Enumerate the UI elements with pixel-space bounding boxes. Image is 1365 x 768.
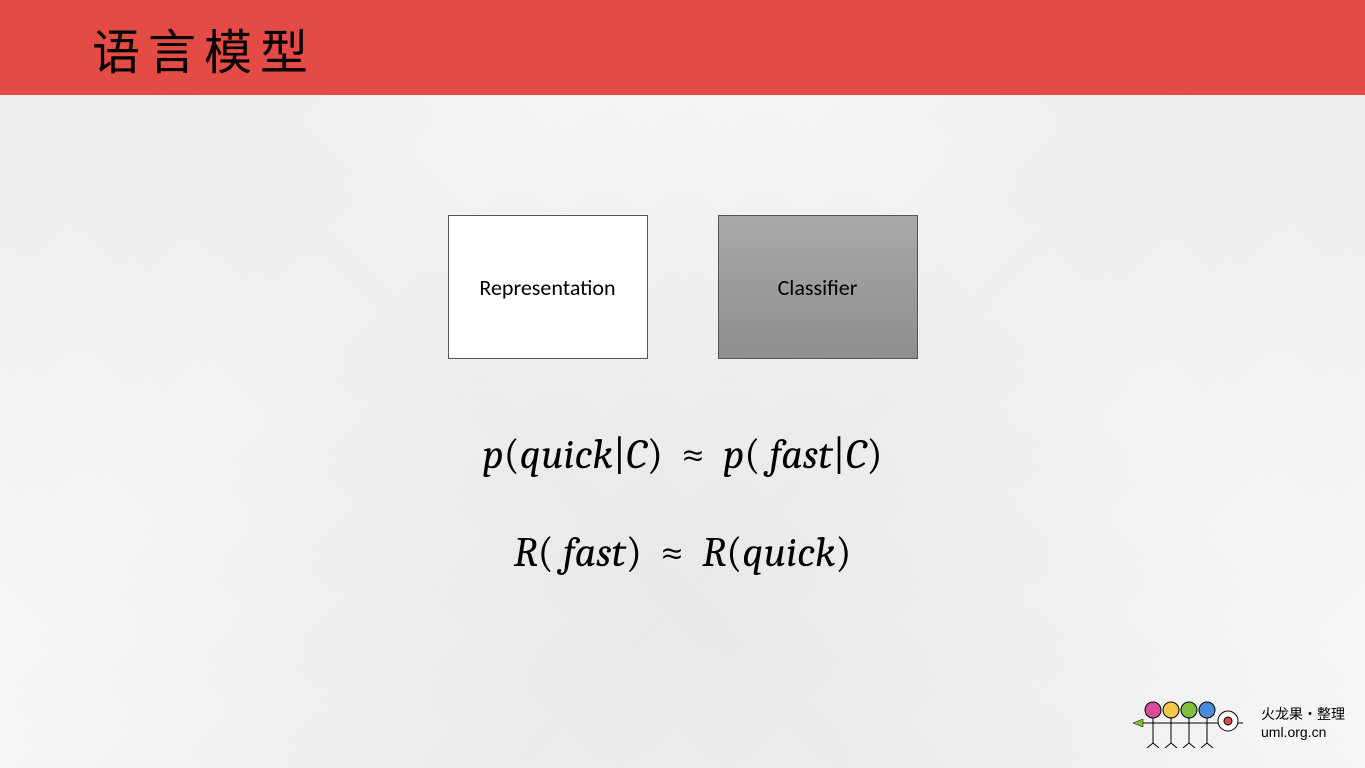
f2-space1 (554, 528, 563, 577)
f2-close2: ) (835, 528, 851, 577)
f1-approx: ≈ (681, 430, 704, 479)
formula-line-2: R( fast) ≈ R(quick) (0, 528, 1365, 578)
slide: 语言模型 Representation Classifier p(quick|C… (0, 0, 1365, 768)
footer-logo: 火龙果・整理 uml.org.cn (1133, 698, 1345, 748)
diagram-boxes: Representation Classifier (0, 215, 1365, 359)
representation-box: Representation (448, 215, 648, 359)
formula-line-1: p(quick|C) ≈ p( fast|C) (0, 430, 1365, 480)
f1-open2: ( (744, 430, 760, 479)
slide-title: 语言模型 (92, 13, 316, 83)
f2-arg1: fast (563, 528, 626, 577)
f1-c2: C (846, 430, 867, 479)
title-bar: 语言模型 (0, 0, 1365, 95)
footer-text: 火龙果・整理 uml.org.cn (1261, 705, 1345, 741)
f2-r2: R (702, 528, 726, 577)
f1-p2: p (723, 430, 744, 479)
classifier-box: Classifier (718, 215, 918, 359)
classifier-label: Classifier (778, 274, 858, 301)
footer-brand: 火龙果・整理 (1261, 705, 1345, 723)
f1-bar1: | (613, 430, 626, 479)
f1-bar2: | (832, 430, 845, 479)
f1-c1: C (626, 430, 647, 479)
f1-arg1: quick (520, 430, 613, 479)
f1-close2: ) (866, 430, 882, 479)
f2-arg2: quick (742, 528, 835, 577)
footer-url: uml.org.cn (1261, 723, 1345, 741)
f1-arg2: fast (770, 430, 833, 479)
f1-close1: ) (647, 430, 663, 479)
dragonfruit-logo-icon (1133, 698, 1253, 748)
f2-r1: R (514, 528, 538, 577)
f2-close1: ) (626, 528, 642, 577)
f2-open1: ( (538, 528, 554, 577)
formulas: p(quick|C) ≈ p( fast|C) R( fast) ≈ R(qui… (0, 430, 1365, 579)
representation-label: Representation (479, 274, 615, 301)
f1-open1: ( (504, 430, 520, 479)
f1-space2 (760, 430, 769, 479)
f1-p1: p (483, 430, 504, 479)
f2-approx: ≈ (660, 528, 683, 577)
f2-open2: ( (726, 528, 742, 577)
